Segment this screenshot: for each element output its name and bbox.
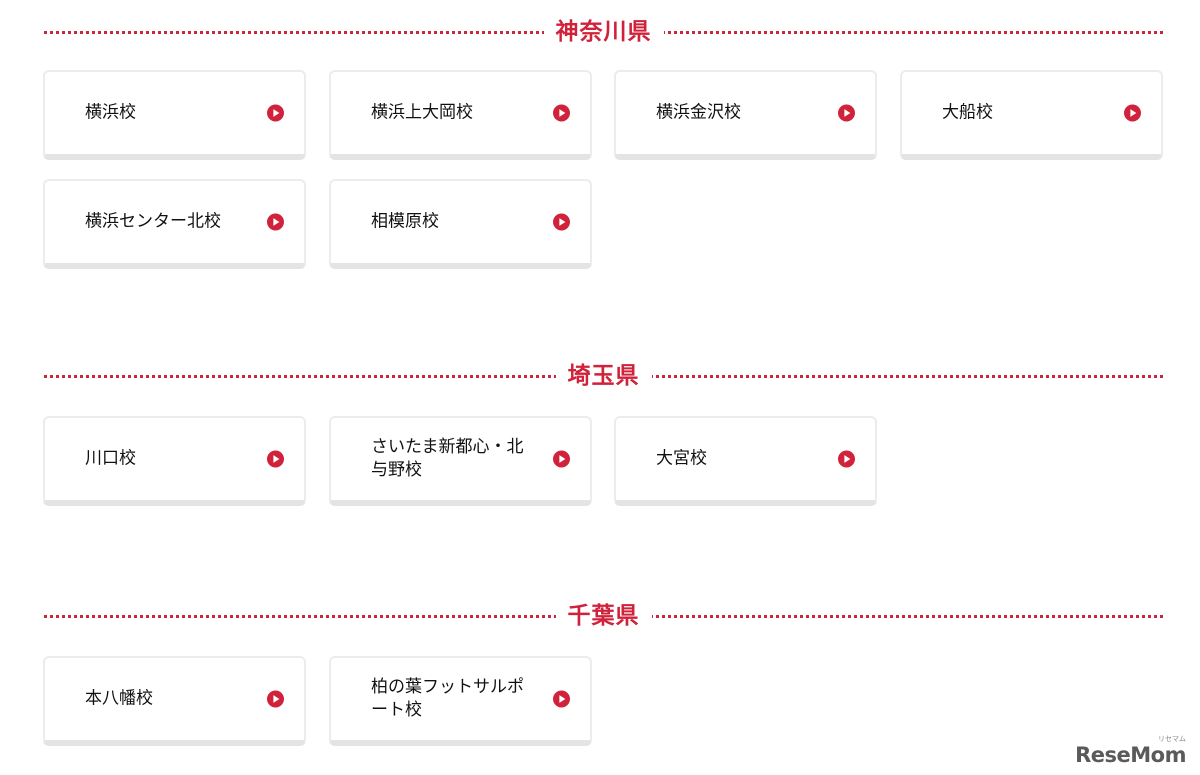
play-circle-icon bbox=[553, 690, 570, 708]
section-heading-saitama: 埼玉県 bbox=[44, 359, 1163, 393]
play-circle-icon bbox=[553, 104, 570, 122]
school-card-kashiwanoha[interactable]: 柏の葉フットサルポート校 bbox=[329, 656, 592, 746]
school-label: 大船校 bbox=[942, 102, 993, 123]
section-heading-kanagawa: 神奈川県 bbox=[44, 15, 1163, 49]
play-circle-icon bbox=[267, 450, 284, 468]
school-label: 横浜金沢校 bbox=[656, 102, 741, 123]
section-title: 埼玉県 bbox=[555, 359, 652, 393]
school-label: 柏の葉フットサルポート校 bbox=[371, 677, 524, 720]
play-circle-icon bbox=[838, 450, 855, 468]
section-title: 千葉県 bbox=[555, 599, 652, 633]
school-label: 横浜センター北校 bbox=[85, 211, 221, 232]
play-circle-icon bbox=[1124, 104, 1141, 122]
school-card-motoyawata[interactable]: 本八幡校 bbox=[43, 656, 306, 746]
school-card-yokohama-center-kita[interactable]: 横浜センター北校 bbox=[43, 179, 306, 269]
school-label: 相模原校 bbox=[371, 211, 439, 232]
play-circle-icon bbox=[838, 104, 855, 122]
school-label: 本八幡校 bbox=[85, 688, 153, 709]
play-circle-icon bbox=[267, 104, 284, 122]
logo-text: ReseMom bbox=[1075, 743, 1186, 767]
resemom-logo: リセマム ReseMom bbox=[1075, 735, 1186, 767]
school-card-omiya[interactable]: 大宮校 bbox=[614, 416, 877, 506]
logo-kana: リセマム bbox=[1158, 735, 1186, 743]
school-card-sagamihara[interactable]: 相模原校 bbox=[329, 179, 592, 269]
school-label: 川口校 bbox=[85, 448, 136, 469]
school-label: さいたま新都心・北与野校 bbox=[371, 437, 524, 480]
school-card-saitama-shintoshin[interactable]: さいたま新都心・北与野校 bbox=[329, 416, 592, 506]
school-card-kawaguchi[interactable]: 川口校 bbox=[43, 416, 306, 506]
school-label: 横浜校 bbox=[85, 102, 136, 123]
play-circle-icon bbox=[267, 213, 284, 231]
school-card-ofuna[interactable]: 大船校 bbox=[900, 70, 1163, 160]
school-label: 大宮校 bbox=[656, 448, 707, 469]
section-heading-chiba: 千葉県 bbox=[44, 599, 1163, 633]
play-circle-icon bbox=[553, 213, 570, 231]
section-title: 神奈川県 bbox=[543, 15, 664, 49]
school-card-yokohama-kamiooka[interactable]: 横浜上大岡校 bbox=[329, 70, 592, 160]
play-circle-icon bbox=[267, 690, 284, 708]
school-card-yokohama-kanazawa[interactable]: 横浜金沢校 bbox=[614, 70, 877, 160]
school-card-yokohama[interactable]: 横浜校 bbox=[43, 70, 306, 160]
play-circle-icon bbox=[553, 450, 570, 468]
school-label: 横浜上大岡校 bbox=[371, 102, 473, 123]
